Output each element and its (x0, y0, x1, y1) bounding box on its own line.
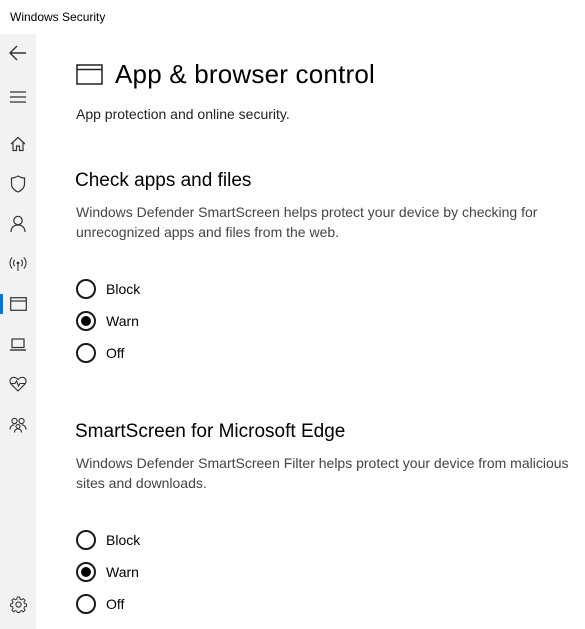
heart-pulse-icon (9, 376, 27, 392)
family-icon (9, 417, 27, 433)
shield-icon (10, 175, 26, 193)
sidebar (0, 34, 36, 629)
title-bar: Windows Security (0, 0, 585, 34)
check-apps-radio-block[interactable]: Block (76, 278, 140, 300)
radio-circle (76, 343, 96, 363)
sidebar-item-device-security[interactable] (0, 326, 36, 362)
radio-circle-selected (76, 562, 96, 582)
page-title: App & browser control (115, 58, 375, 89)
hamburger-icon (10, 91, 26, 103)
radio-label: Off (106, 345, 125, 361)
section-title-smartscreen-edge: SmartScreen for Microsoft Edge (75, 421, 346, 442)
edge-radio-warn[interactable]: Warn (76, 561, 139, 583)
sidebar-item-settings[interactable] (0, 586, 36, 622)
edge-radio-block[interactable]: Block (76, 529, 140, 551)
radio-circle-selected (76, 311, 96, 331)
radio-circle (76, 279, 96, 299)
window-title: Windows Security (10, 10, 106, 24)
page-header: App & browser control (76, 58, 375, 90)
laptop-icon (10, 337, 26, 351)
sidebar-item-home[interactable] (0, 126, 36, 162)
wireless-icon (9, 257, 27, 271)
radio-label: Warn (106, 313, 139, 329)
check-apps-radio-warn[interactable]: Warn (76, 310, 139, 332)
gear-icon (9, 596, 27, 613)
person-icon (10, 215, 26, 233)
radio-label: Block (106, 532, 141, 548)
sidebar-item-family-options[interactable] (0, 407, 36, 443)
radio-circle (76, 530, 96, 550)
browser-window-icon (76, 63, 103, 85)
sidebar-item-app-browser-control[interactable] (0, 286, 36, 322)
menu-button[interactable] (0, 79, 36, 115)
back-button[interactable] (0, 35, 36, 71)
section-title-check-apps: Check apps and files (75, 170, 252, 191)
sidebar-item-device-performance[interactable] (0, 366, 36, 402)
home-icon (10, 136, 26, 152)
radio-label: Block (106, 281, 141, 297)
sidebar-item-firewall-network[interactable] (0, 246, 36, 282)
radio-circle (76, 594, 96, 614)
main-content: App & browser control App protection and… (36, 34, 585, 629)
radio-label: Off (106, 596, 125, 612)
radio-label: Warn (106, 564, 139, 580)
back-arrow-icon (9, 45, 26, 61)
edge-radio-off[interactable]: Off (76, 593, 124, 615)
check-apps-radio-off[interactable]: Off (76, 342, 124, 364)
section-description-smartscreen-edge: Windows Defender SmartScreen Filter help… (76, 455, 569, 491)
sidebar-item-virus-protection[interactable] (0, 166, 36, 202)
sidebar-item-account-protection[interactable] (0, 206, 36, 242)
page-subtitle: App protection and online security. (76, 106, 290, 122)
section-description-check-apps: Windows Defender SmartScreen helps prote… (76, 204, 538, 240)
browser-window-icon (9, 297, 27, 311)
